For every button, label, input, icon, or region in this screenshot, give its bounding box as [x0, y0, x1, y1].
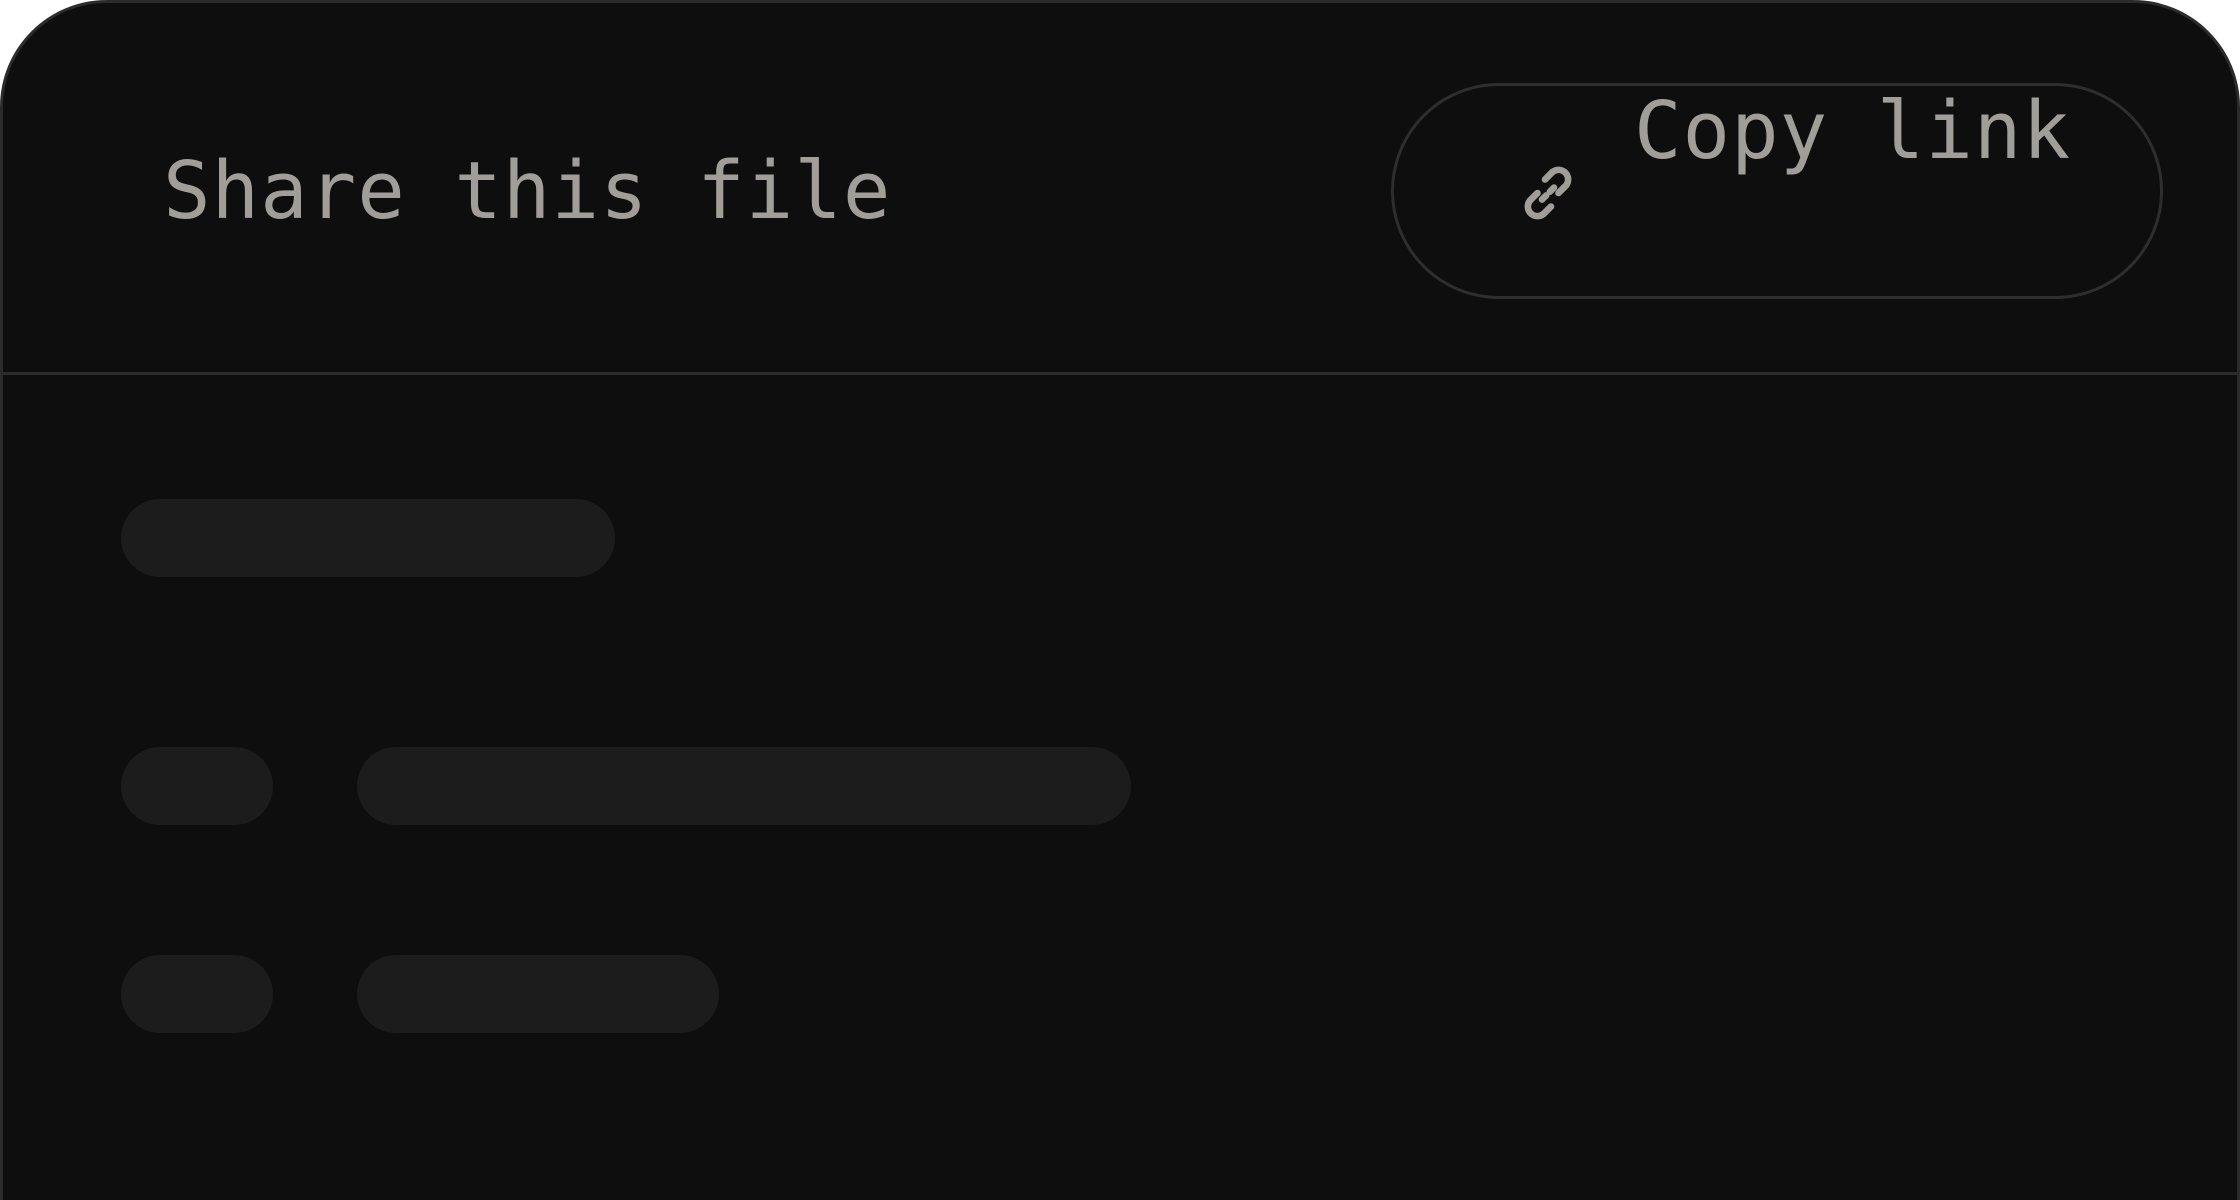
panel-title: Share this file	[163, 145, 892, 237]
skeleton-row-1-label	[121, 747, 273, 825]
skeleton-row-2-value	[357, 955, 719, 1033]
share-panel: Share this file Copy link	[0, 0, 2240, 1200]
share-panel-header: Share this file Copy link	[3, 3, 2237, 375]
skeleton-heading	[121, 499, 615, 577]
copy-link-label: Copy link	[1634, 85, 2072, 177]
copy-link-button[interactable]: Copy link	[1391, 83, 2163, 299]
skeleton-row-2-label	[121, 955, 273, 1033]
skeleton-row-1-value	[357, 747, 1131, 825]
link-icon	[1524, 166, 1572, 220]
